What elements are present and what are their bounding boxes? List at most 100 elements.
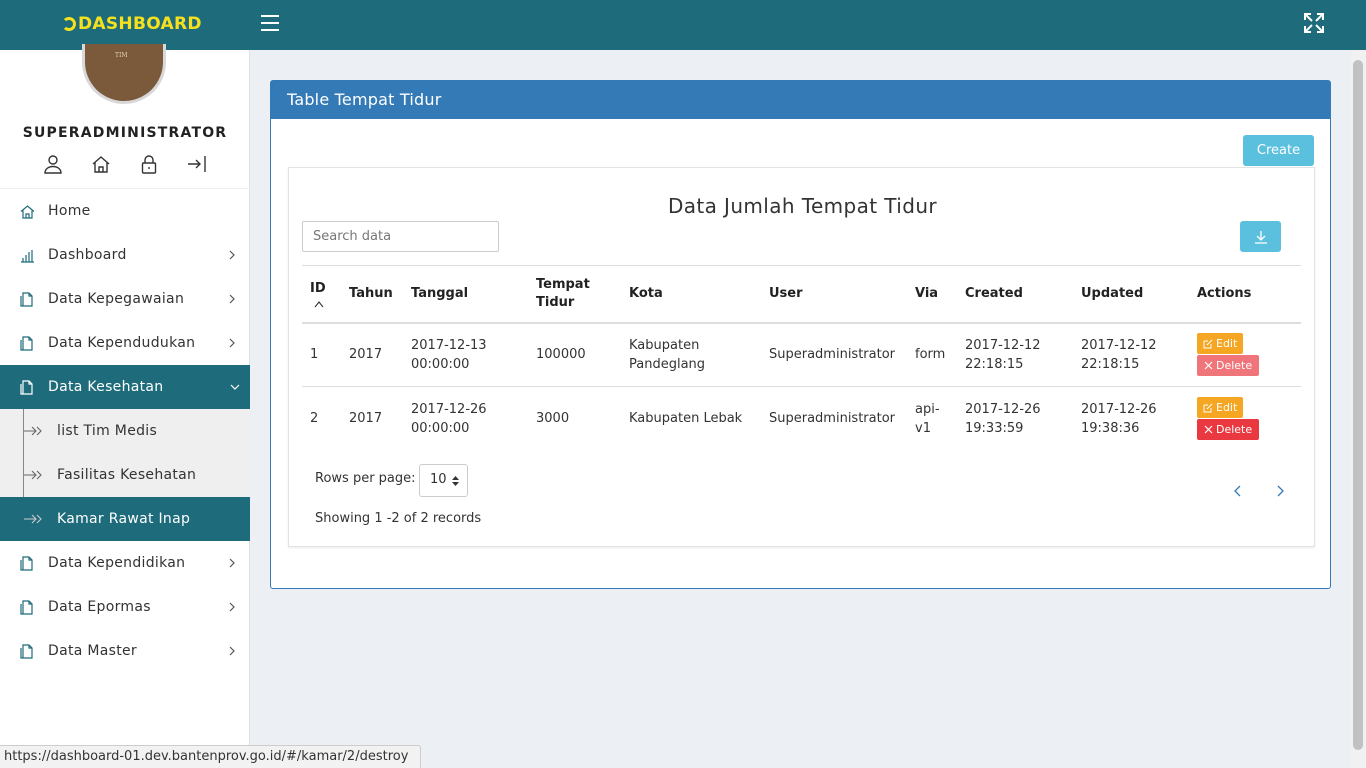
chevron-right-icon [229,338,235,348]
column-header-user[interactable]: User [761,265,907,324]
rows-per-page-select[interactable]: 10 [419,464,468,497]
table-header-row: ID Tahun Tanggal Tempat Tidur Kota User … [302,265,1301,324]
brand-logo-icon [62,17,76,31]
sidebar-subitem-fasilitas-kesehatan[interactable]: Fasilitas Kesehatan [0,453,250,497]
chevron-right-icon[interactable] [1273,484,1287,498]
chevron-right-icon [229,558,235,568]
sidebar-item-data-epormas[interactable]: Data Epormas [0,585,250,629]
sidebar-subitem-kamar-rawat-inap[interactable]: Kamar Rawat Inap [0,497,250,541]
user-icon[interactable] [43,154,63,174]
sidebar-item-label: Dashboard [48,247,127,263]
column-header-updated[interactable]: Updated [1073,265,1189,324]
document-icon [20,643,33,659]
sidebar-item-data-master[interactable]: Data Master [0,629,250,673]
link-status-bar: https://dashboard-01.dev.bantenprov.go.i… [0,745,422,768]
column-header-kota[interactable]: Kota [621,265,761,324]
sidebar-item-home[interactable]: Home [0,189,250,233]
sidebar-item-label: Data Kependudukan [48,335,196,351]
logout-icon[interactable] [187,154,207,174]
document-icon [20,599,33,615]
bar-chart-icon [21,249,34,263]
chevron-right-icon [229,250,235,260]
records-summary: Showing 1 -2 of 2 records [315,511,482,526]
sidebar-item-label: Home [48,203,91,219]
sidebar-item-data-kependidikan[interactable]: Data Kependidikan [0,541,250,585]
cell-tempat-tidur: 100000 [528,322,621,387]
rows-per-page-label: Rows per page: [315,471,416,486]
column-header-tempat-tidur[interactable]: Tempat Tidur [528,265,621,324]
fullscreen-icon[interactable] [1303,12,1325,34]
sidebar-item-label: Data Kepegawaian [48,291,185,307]
brand-logo[interactable]: DASHBOARD [62,14,202,34]
table-panel: Table Tempat Tidur Create Data Jumlah Te… [270,80,1331,589]
sidebar-item-data-kesehatan[interactable]: Data Kesehatan [0,365,250,409]
sort-asc-icon[interactable] [314,300,324,308]
top-navbar: DASHBOARD [0,0,1366,50]
column-header-tahun[interactable]: Tahun [341,265,403,324]
sidebar-item-label: Data Kependidikan [48,555,186,571]
download-button[interactable] [1240,221,1281,252]
sidebar: TIM SUPERADMINISTRATOR Home Dashboard Da… [0,44,250,768]
column-header-actions: Actions [1189,265,1301,324]
double-arrow-right-icon [24,514,42,524]
cell-kota: Kabupaten Lebak [629,411,743,427]
data-card: Data Jumlah Tempat Tidur ID Tahun Tangga… [288,167,1315,547]
create-button[interactable]: Create [1243,135,1314,166]
avatar: TIM [82,44,166,104]
card-title: Data Jumlah Tempat Tidur [667,194,938,218]
hamburger-icon[interactable] [261,15,279,31]
column-header-created[interactable]: Created [957,265,1073,324]
cell-id: 1 [302,322,341,387]
cell-actions: Edit Delete [1189,322,1301,387]
user-name: SUPERADMINISTRATOR [22,125,228,141]
double-arrow-right-icon [24,470,42,480]
cell-user: Superadministrator [769,411,896,427]
cell-kota: Kabupaten Pandeglang [621,322,761,387]
submenu-data-kesehatan: list Tim Medis Fasilitas Kesehatan Kamar… [0,409,250,541]
edit-icon [1203,339,1213,349]
data-table: ID Tahun Tanggal Tempat Tidur Kota User … [302,265,1301,451]
document-icon [20,291,33,307]
document-icon [20,379,33,395]
sidebar-subitem-list-tim-medis[interactable]: list Tim Medis [0,409,250,453]
delete-button[interactable]: Delete [1197,419,1260,441]
avatar-text: TIM [115,52,128,59]
submenu-label: Fasilitas Kesehatan [57,467,197,483]
sidebar-item-dashboard[interactable]: Dashboard [0,233,250,277]
chevron-right-icon [229,646,235,656]
cell-created: 2017-12-12 22:18:15 [957,322,1073,387]
scrollbar-thumb[interactable] [1353,60,1363,750]
cell-via: api-v1 [915,401,940,436]
chevron-right-icon [229,602,235,612]
sidebar-item-label: Data Master [48,643,137,659]
lock-icon[interactable] [139,154,159,174]
cell-tahun: 2017 [341,322,403,387]
edit-button[interactable]: Edit [1197,397,1244,419]
home-icon [20,204,35,219]
column-header-via[interactable]: Via [907,265,957,324]
sidebar-item-data-kepegawaian[interactable]: Data Kepegawaian [0,277,250,321]
chevron-left-icon[interactable] [1231,484,1245,498]
column-header-tanggal[interactable]: Tanggal [403,265,528,324]
close-icon [1204,361,1213,370]
search-input[interactable] [302,221,499,252]
cell-via: form [907,322,957,387]
column-header-id[interactable]: ID [302,265,341,324]
cell-updated: 2017-12-26 19:38:36 [1081,401,1157,436]
home-icon[interactable] [91,154,111,174]
chevron-down-icon [230,384,240,390]
sidebar-item-label: Data Kesehatan [48,379,164,395]
document-icon [20,335,33,351]
brand-text: DASHBOARD [78,14,202,34]
cell-tanggal: 2017-12-26 00:00:00 [411,401,487,436]
cell-actions: Edit Delete [1189,387,1301,451]
sidebar-item-data-kependudukan[interactable]: Data Kependudukan [0,321,250,365]
cell-updated: 2017-12-12 22:18:15 [1073,322,1189,387]
panel-title: Table Tempat Tidur [271,81,1330,119]
cell-created: 2017-12-26 19:33:59 [965,401,1041,436]
cell-user: Superadministrator [761,322,907,387]
submenu-label: list Tim Medis [57,423,158,439]
delete-button[interactable]: Delete [1197,355,1260,377]
submenu-label: Kamar Rawat Inap [57,511,191,527]
edit-button[interactable]: Edit [1197,333,1244,355]
